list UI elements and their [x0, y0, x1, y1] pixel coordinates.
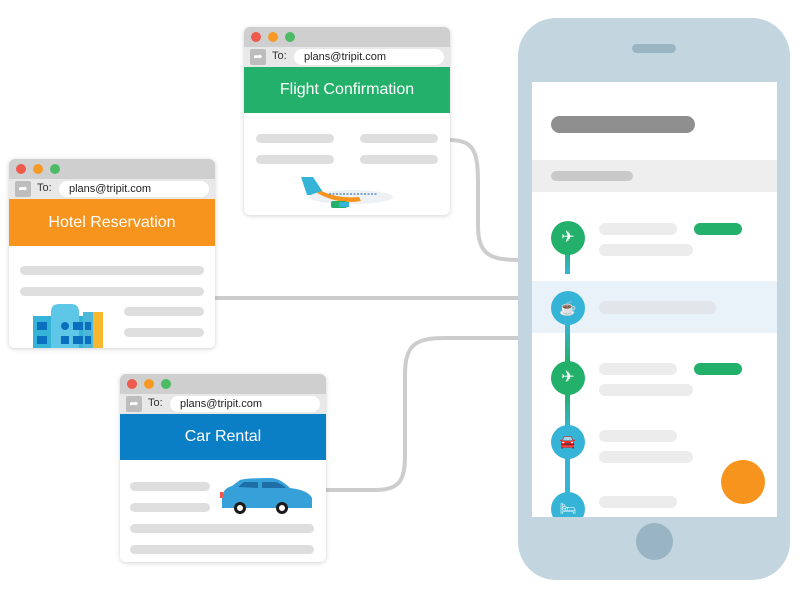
to-bar: ➦ To: plans@tripit.com	[120, 394, 326, 414]
car-rental-email[interactable]: ➦ To: plans@tripit.com Car Rental	[120, 374, 326, 562]
placeholder-line	[360, 155, 438, 164]
bed-node-icon[interactable]: 🛏	[551, 492, 585, 517]
placeholder-line	[256, 134, 334, 143]
car-title-banner: Car Rental	[120, 414, 326, 460]
minimize-dot-icon	[268, 32, 278, 42]
close-dot-icon	[127, 379, 137, 389]
to-bar: ➦ To: plans@tripit.com	[9, 179, 215, 199]
to-address-field[interactable]: plans@tripit.com	[59, 181, 209, 197]
forward-icon: ➦	[126, 396, 142, 412]
connector-car	[325, 336, 520, 492]
connector-flight	[449, 138, 521, 262]
flight-title-banner: Flight Confirmation	[244, 67, 450, 113]
forward-icon: ➦	[15, 181, 31, 197]
placeholder-line	[599, 301, 716, 314]
minimize-dot-icon	[144, 379, 154, 389]
placeholder-line	[599, 223, 677, 235]
placeholder-line	[256, 155, 334, 164]
minimize-dot-icon	[33, 164, 43, 174]
phone-mockup: ✈ ☕ ✈ 🚘 🛏	[518, 18, 790, 580]
window-titlebar	[9, 159, 215, 179]
placeholder-line	[599, 496, 677, 508]
placeholder-line	[130, 524, 314, 533]
hotel-title-banner: Hotel Reservation	[9, 199, 215, 246]
to-label: To:	[272, 50, 287, 62]
placeholder-line	[599, 244, 693, 256]
maximize-dot-icon	[285, 32, 295, 42]
car-icon	[220, 478, 312, 514]
section-header-placeholder	[551, 171, 633, 181]
coffee-node-icon[interactable]: ☕	[551, 291, 585, 325]
timeline-connector	[565, 456, 570, 496]
to-label: To:	[37, 182, 52, 194]
to-address-field[interactable]: plans@tripit.com	[170, 396, 320, 412]
flight-node-icon[interactable]: ✈	[551, 361, 585, 395]
close-dot-icon	[16, 164, 26, 174]
add-plan-button[interactable]	[721, 460, 765, 504]
to-address-field[interactable]: plans@tripit.com	[294, 49, 444, 65]
flight-confirmation-email[interactable]: ➦ To: plans@tripit.com Flight Confirmati…	[244, 27, 450, 215]
to-label: To:	[148, 397, 163, 409]
placeholder-line	[599, 430, 677, 442]
hotel-reservation-email[interactable]: ➦ To: plans@tripit.com Hotel Reservation	[9, 159, 215, 348]
placeholder-line	[599, 363, 677, 375]
timeline-connector	[565, 322, 570, 362]
placeholder-line	[360, 134, 438, 143]
placeholder-line	[20, 287, 204, 296]
maximize-dot-icon	[50, 164, 60, 174]
placeholder-line	[124, 328, 204, 337]
placeholder-line	[124, 307, 204, 316]
window-titlebar	[120, 374, 326, 394]
forward-icon: ➦	[250, 49, 266, 65]
to-bar: ➦ To: plans@tripit.com	[244, 47, 450, 67]
phone-screen: ✈ ☕ ✈ 🚘 🛏	[532, 82, 777, 517]
status-badge	[694, 363, 742, 375]
section-header	[532, 160, 777, 192]
maximize-dot-icon	[161, 379, 171, 389]
phone-speaker	[632, 44, 676, 53]
home-button[interactable]	[636, 523, 673, 560]
car-node-icon[interactable]: 🚘	[551, 425, 585, 459]
placeholder-line	[599, 384, 693, 396]
status-badge	[694, 223, 742, 235]
placeholder-line	[599, 451, 693, 463]
flight-node-icon[interactable]: ✈	[551, 221, 585, 255]
hotel-building-icon	[33, 304, 103, 348]
airplane-icon	[301, 177, 393, 208]
placeholder-line	[130, 503, 210, 512]
window-titlebar	[244, 27, 450, 47]
close-dot-icon	[251, 32, 261, 42]
trip-title-placeholder	[551, 116, 695, 133]
placeholder-line	[130, 545, 314, 554]
placeholder-line	[130, 482, 210, 491]
placeholder-line	[20, 266, 204, 275]
